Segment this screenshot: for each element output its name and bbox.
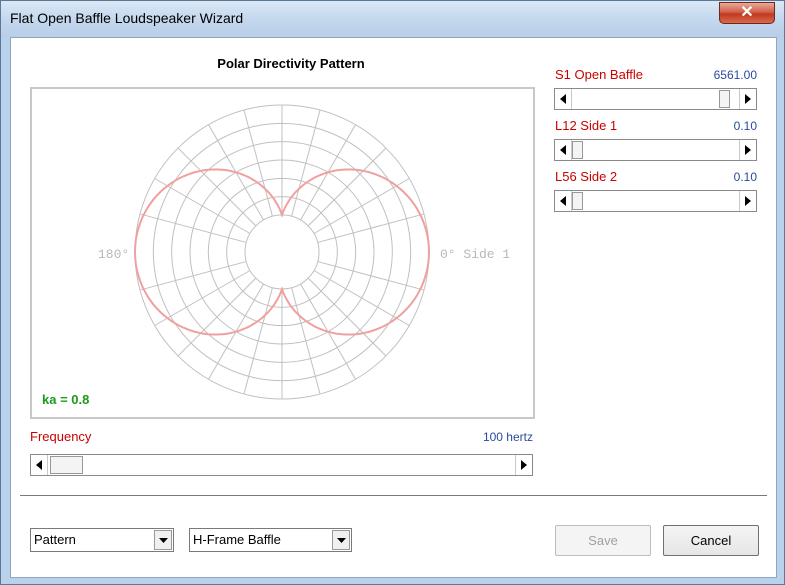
wizard-window: Flat Open Baffle Loudspeaker Wizard ✕ Po… xyxy=(0,0,785,585)
baffle-select-dropdown[interactable] xyxy=(332,530,350,550)
separator xyxy=(20,495,767,496)
angle-label-0: 0° Side 1 xyxy=(440,247,510,262)
s1-slider-thumb[interactable] xyxy=(719,90,730,108)
view-select-dropdown[interactable] xyxy=(154,530,172,550)
view-select-value: Pattern xyxy=(34,532,76,547)
cancel-button[interactable]: Cancel xyxy=(663,525,759,556)
ka-label: ka = 0.8 xyxy=(42,392,89,407)
frequency-value: 100 hertz xyxy=(482,430,533,444)
param-label-s1: S1 Open Baffle xyxy=(555,67,643,82)
s1-slider[interactable] xyxy=(554,88,757,110)
chevron-down-icon xyxy=(159,538,168,543)
s1-scroll-right[interactable] xyxy=(739,89,756,109)
l12-scroll-right[interactable] xyxy=(739,140,756,160)
s1-scroll-left[interactable] xyxy=(555,89,572,109)
param-label-l56: L56 Side 2 xyxy=(555,169,618,184)
param-value-s1: 6561.00 xyxy=(713,68,757,82)
chart-title: Polar Directivity Pattern xyxy=(217,56,365,71)
l12-scroll-left[interactable] xyxy=(555,140,572,160)
l56-scroll-right[interactable] xyxy=(739,191,756,211)
param-label-l12: L12 Side 1 xyxy=(555,118,618,133)
polar-plot: 180° 0° Side 1 ka = 0.8 xyxy=(30,87,535,419)
title-bar[interactable]: Flat Open Baffle Loudspeaker Wizard ✕ xyxy=(1,1,784,37)
l56-scroll-left[interactable] xyxy=(555,191,572,211)
client-area: Polar Directivity Pattern 180° 0° Side 1… xyxy=(10,37,777,578)
l12-slider[interactable] xyxy=(554,139,757,161)
grid-ring xyxy=(244,214,320,290)
baffle-select[interactable]: H-Frame Baffle xyxy=(189,528,352,552)
chevron-down-icon xyxy=(337,538,346,543)
baffle-select-value: H-Frame Baffle xyxy=(193,532,281,547)
save-button[interactable]: Save xyxy=(555,525,651,556)
close-icon: ✕ xyxy=(740,4,754,21)
window-title: Flat Open Baffle Loudspeaker Wizard xyxy=(10,10,244,26)
view-select[interactable]: Pattern xyxy=(30,528,174,552)
frequency-label: Frequency xyxy=(30,429,92,444)
polar-grid xyxy=(134,104,430,400)
close-button[interactable]: ✕ xyxy=(719,2,775,24)
frequency-scroll-right[interactable] xyxy=(515,455,532,475)
polar-svg: 180° 0° Side 1 ka = 0.8 xyxy=(42,104,510,407)
frequency-slider[interactable] xyxy=(30,454,533,476)
param-value-l12: 0.10 xyxy=(733,119,757,133)
param-value-l56: 0.10 xyxy=(733,170,757,184)
angle-label-180: 180° xyxy=(98,247,129,262)
l56-slider[interactable] xyxy=(554,190,757,212)
frequency-scroll-left[interactable] xyxy=(31,455,48,475)
l56-slider-thumb[interactable] xyxy=(572,192,583,210)
l12-slider-thumb[interactable] xyxy=(572,141,583,159)
frequency-slider-thumb[interactable] xyxy=(50,456,83,474)
